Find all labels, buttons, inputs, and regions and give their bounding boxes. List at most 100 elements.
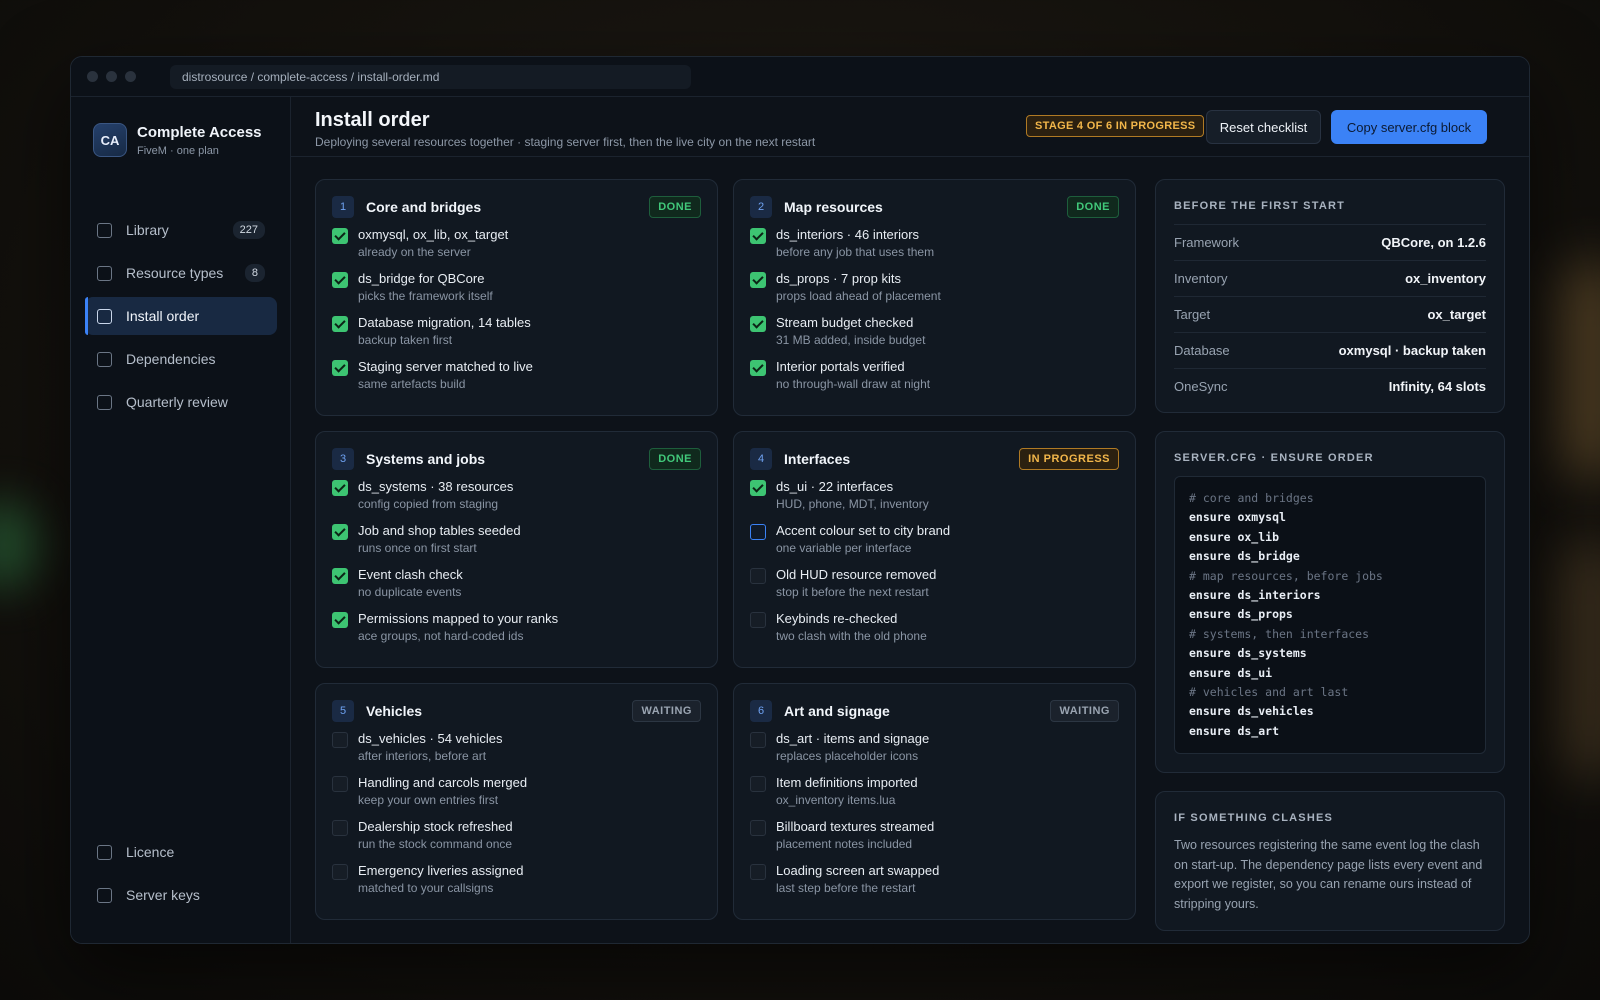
task-description: replaces placeholder icons [776,749,919,763]
task-item[interactable]: ds_ui · 22 interfaces HUD, phone, MDT, in… [750,479,1119,523]
task-description: backup taken first [358,333,453,347]
task-checkbox[interactable] [750,360,766,376]
sidebar-item-licence[interactable]: Licence [85,833,277,871]
task-item[interactable]: Staging server matched to live same artef… [332,359,701,403]
task-item[interactable]: Accent colour set to city brand one varia… [750,523,1119,567]
code-comment: # core and bridges [1189,491,1314,505]
window-maximize-dot[interactable] [125,71,136,82]
sidebar-item-quarterly-review[interactable]: Quarterly review [85,383,277,421]
task-checkbox[interactable] [750,776,766,792]
task-item[interactable]: Handling and carcols merged keep your own… [332,775,701,819]
task-description: already on the server [358,245,471,259]
task-checkbox[interactable] [332,524,348,540]
task-checkbox[interactable] [332,864,348,880]
task-item[interactable]: Loading screen art swapped last step befo… [750,863,1119,907]
app-window: distrosource / complete-access / install… [70,56,1530,944]
task-checkbox[interactable] [750,316,766,332]
task-checkbox[interactable] [332,820,348,836]
task-checkbox[interactable] [332,480,348,496]
task-item[interactable]: oxmysql, ox_lib, ox_target already on the… [332,227,701,271]
task-item[interactable]: Old HUD resource removed stop it before t… [750,567,1119,611]
task-item[interactable]: ds_props · 7 prop kits props load ahead o… [750,271,1119,315]
reset-checklist-button[interactable]: Reset checklist [1206,110,1321,144]
task-checkbox[interactable] [332,316,348,332]
code-comment: # systems, then interfaces [1189,626,1370,641]
task-checkbox[interactable] [750,864,766,880]
task-item[interactable]: Dealership stock refreshed run the stock … [332,819,701,863]
task-item[interactable]: Billboard textures streamed placement not… [750,819,1119,863]
task-checkbox[interactable] [750,820,766,836]
task-title: Emergency liveries assigned [358,863,524,878]
code-line: ensure oxmysql [1189,510,1286,525]
address-bar[interactable]: distrosource / complete-access / install… [170,64,691,89]
task-item[interactable]: ds_bridge for QBCore picks the framework … [332,271,701,315]
task-item[interactable]: Keybinds re-checked two clash with the ol… [750,611,1119,655]
task-checkbox[interactable] [750,568,766,584]
clash-explanation: Two resources registering the same event… [1174,838,1483,911]
task-title: ds_vehicles · 54 vehicles [358,731,503,746]
sidebar-item-dependencies[interactable]: Dependencies [85,340,277,378]
setting-row: OneSync Infinity, 64 slots [1174,368,1486,404]
stage-card: 6 Art and signage WAITING ds_art · items an… [733,683,1136,920]
sidebar-item-library[interactable]: Library 227 [85,211,277,249]
sidebar-item-resource-types[interactable]: Resource types 8 [85,254,277,292]
task-title: Loading screen art swapped [776,863,940,878]
server-cfg-code-block[interactable]: # core and bridges ensure oxmysql ensure o… [1174,476,1486,755]
task-text: Billboard textures streamed placement not… [776,819,934,863]
task-checkbox[interactable] [332,272,348,288]
task-description: ace groups, not hard-coded ids [358,629,524,643]
task-list: ds_interiors · 46 interiors before any jo… [750,227,1119,403]
task-description: same artefacts build [358,377,466,391]
task-item[interactable]: Database migration, 14 tables backup take… [332,315,701,359]
stage-card: 4 Interfaces IN PROGRESS ds_ui · 22 interfa… [733,431,1136,668]
stages-grid: 1 Core and bridges DONE oxmysql, ox_lib, ox… [315,179,1137,920]
task-checkbox[interactable] [750,732,766,748]
task-checkbox[interactable] [332,568,348,584]
task-checkbox[interactable] [332,360,348,376]
brand-logo: CA [93,123,127,157]
stage-header: 5 Vehicles WAITING [332,699,701,723]
copy-server-cfg-button[interactable]: Copy server.cfg block [1331,110,1487,144]
task-checkbox[interactable] [332,776,348,792]
page-title: Install order [315,109,430,131]
sidebar-item-label: Dependencies [126,351,216,367]
sidebar-item-server-keys[interactable]: Server keys [85,876,277,914]
task-checkbox[interactable] [750,524,766,540]
sidebar-item-install-order[interactable]: Install order [85,297,277,335]
window-minimize-dot[interactable] [106,71,117,82]
task-description: placement notes included [776,837,913,851]
task-description: run the stock command once [358,837,513,851]
stage-header: 2 Map resources DONE [750,195,1119,219]
window-close-dot[interactable] [87,71,98,82]
setting-key: Target [1174,307,1211,322]
setting-row: Inventory ox_inventory [1174,260,1486,296]
task-checkbox[interactable] [750,272,766,288]
task-item[interactable]: ds_vehicles · 54 vehicles after interiors… [332,731,701,775]
checkbox-icon [97,265,112,281]
task-checkbox[interactable] [750,480,766,496]
task-item[interactable]: Interior portals verified no through-wall… [750,359,1119,403]
task-item[interactable]: ds_interiors · 46 interiors before any jo… [750,227,1119,271]
stage-card: 5 Vehicles WAITING ds_vehicles · 54 vehicle… [315,683,718,920]
task-item[interactable]: Job and shop tables seeded runs once on f… [332,523,701,567]
panel-label: SERVER.CFG · ENSURE ORDER [1174,452,1374,464]
task-item[interactable]: Stream budget checked 31 MB added, inside… [750,315,1119,359]
task-text: Job and shop tables seeded runs once on f… [358,523,521,567]
task-description: runs once on first start [358,541,477,555]
sidebar: CA Complete Access FiveM · one plan Libr… [71,97,291,943]
task-text: Accent colour set to city brand one varia… [776,523,950,567]
task-checkbox[interactable] [750,612,766,628]
stage-number: 6 [750,700,772,722]
task-checkbox[interactable] [750,228,766,244]
task-checkbox[interactable] [332,228,348,244]
task-item[interactable]: Emergency liveries assigned matched to yo… [332,863,701,907]
task-title: Staging server matched to live [358,359,533,374]
task-item[interactable]: ds_art · items and signage replaces place… [750,731,1119,775]
task-item[interactable]: Event clash check no duplicate events [332,567,701,611]
task-item[interactable]: ds_systems · 38 resources config copied f… [332,479,701,523]
task-item[interactable]: Permissions mapped to your ranks ace grou… [332,611,701,655]
task-description: one variable per interface [776,541,912,555]
task-checkbox[interactable] [332,732,348,748]
task-checkbox[interactable] [332,612,348,628]
task-item[interactable]: Item definitions imported ox_inventory it… [750,775,1119,819]
